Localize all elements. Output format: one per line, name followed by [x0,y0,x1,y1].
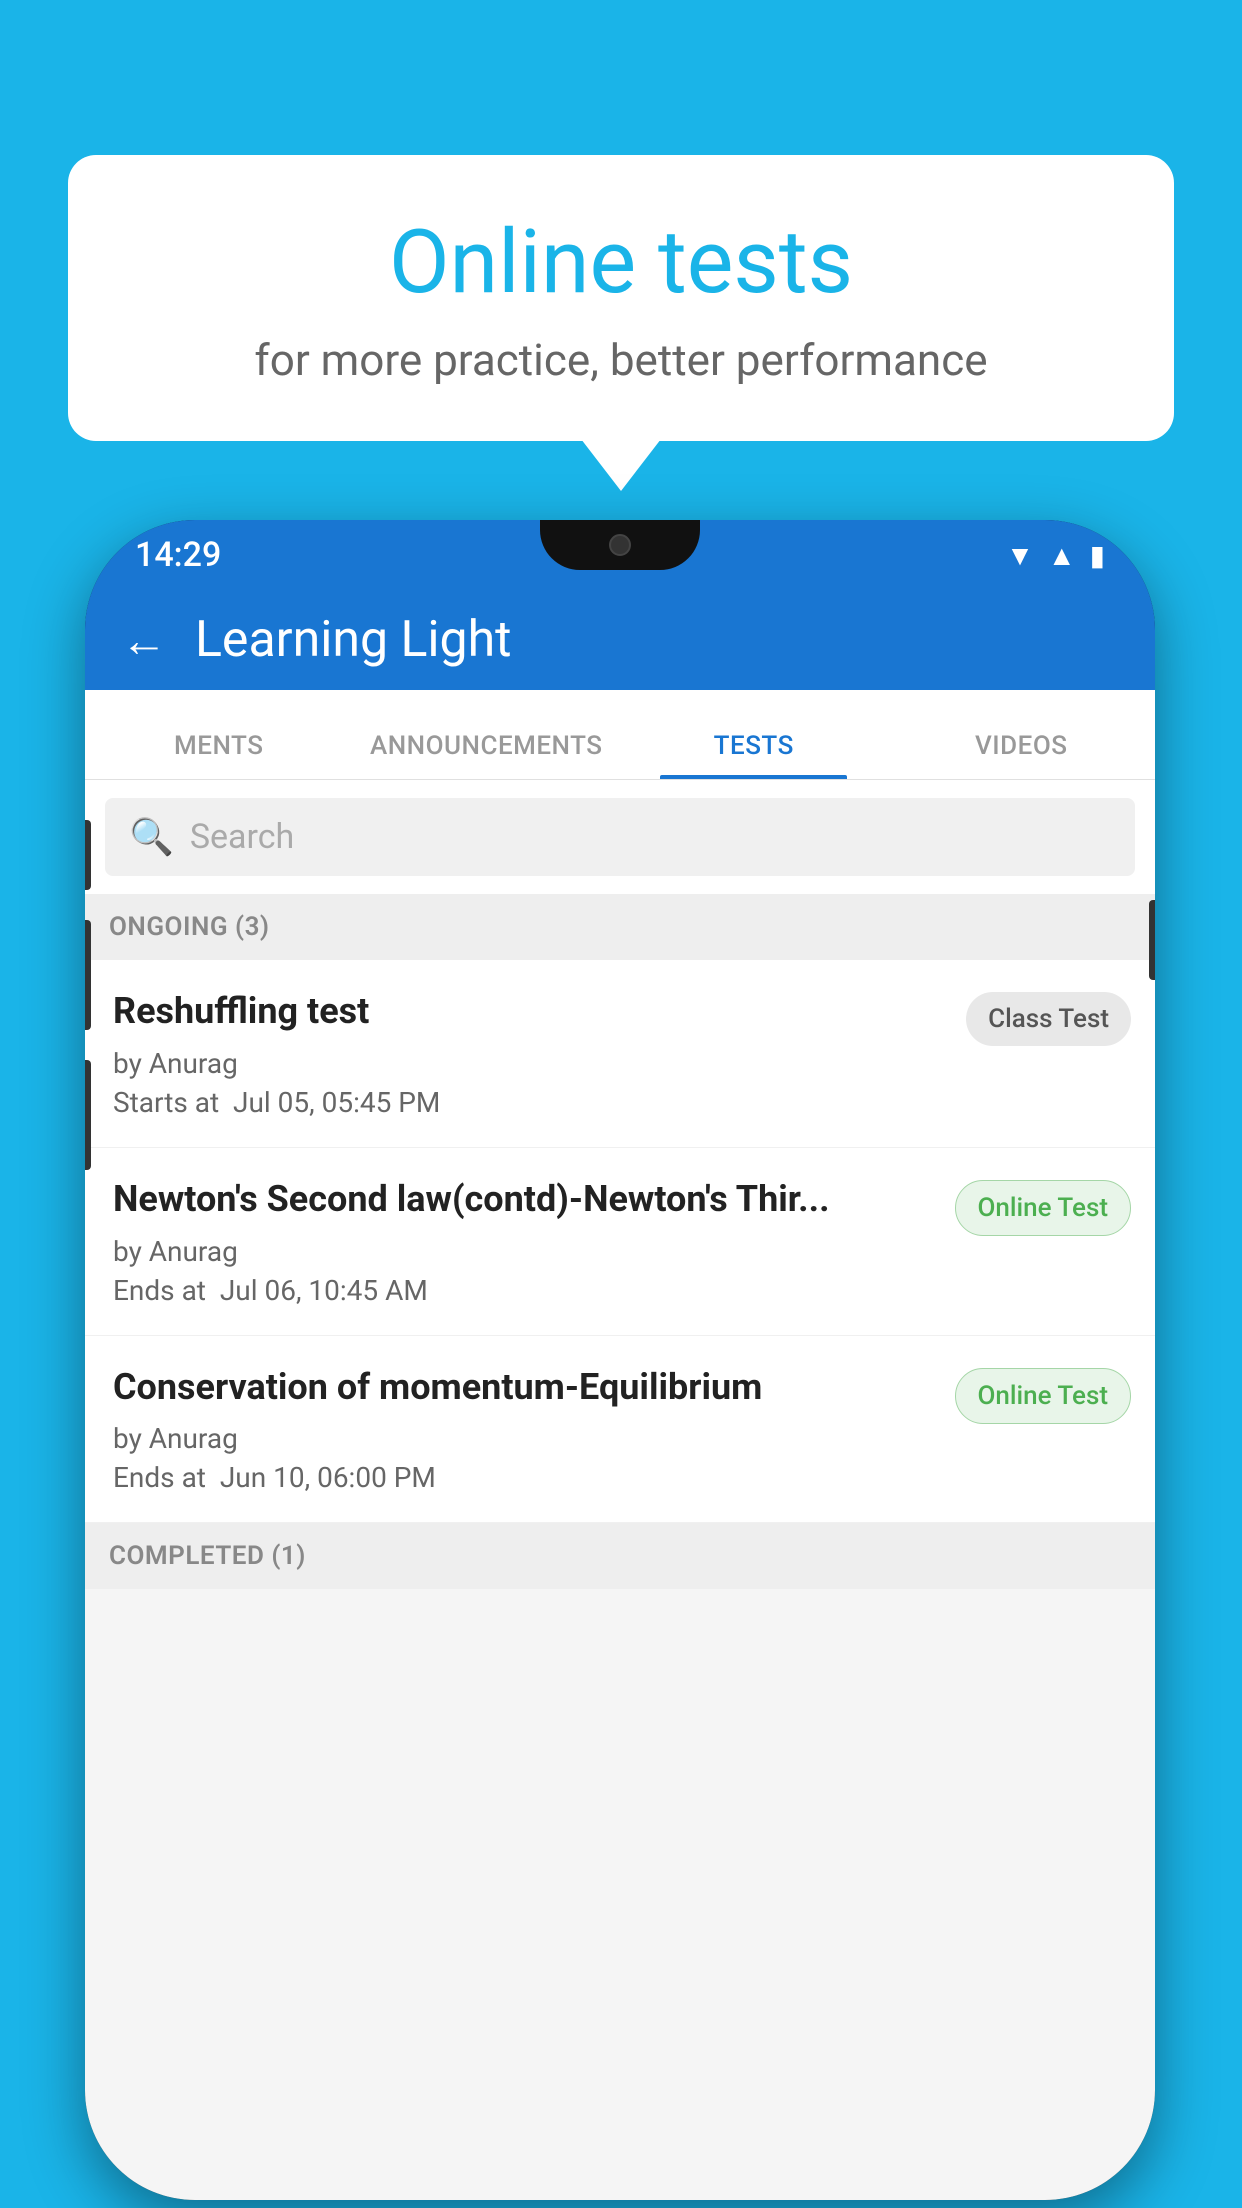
test-info-1: Reshuffling test by Anurag Starts at Jul… [113,988,946,1119]
volume-up-button [85,820,91,890]
speech-bubble: Online tests for more practice, better p… [68,155,1174,441]
test-item-1[interactable]: Reshuffling test by Anurag Starts at Jul… [85,960,1155,1148]
back-button[interactable]: ← [121,613,167,668]
power-button [1149,900,1155,980]
search-placeholder: Search [190,817,294,857]
tab-bar: MENTS ANNOUNCEMENTS TESTS VIDEOS [85,690,1155,780]
test-badge-2: Online Test [955,1180,1132,1236]
tab-announcements[interactable]: ANNOUNCEMENTS [353,731,621,779]
side-button-3 [85,1060,91,1170]
speech-bubble-title: Online tests [108,215,1134,312]
battery-icon: ▮ [1090,539,1105,572]
test-by-3: by Anurag [113,1422,935,1455]
test-badge-3: Online Test [955,1368,1132,1424]
phone-content: 🔍 Search ONGOING (3) Reshuffling test by… [85,780,1155,2200]
test-name-2: Newton's Second law(contd)-Newton's Thir… [113,1176,935,1223]
test-item-2[interactable]: Newton's Second law(contd)-Newton's Thir… [85,1148,1155,1336]
test-by-1: by Anurag [113,1047,946,1080]
volume-down-button [85,920,91,1030]
phone-frame: 14:29 ▼ ▲ ▮ ← Learning Light MENTS ANNOU… [85,520,1155,2200]
signal-icon: ▲ [1048,539,1076,572]
test-name-3: Conservation of momentum-Equilibrium [113,1364,935,1411]
tests-list: Reshuffling test by Anurag Starts at Jul… [85,960,1155,1523]
tab-videos[interactable]: VIDEOS [888,731,1156,779]
search-bar[interactable]: 🔍 Search [105,798,1135,876]
test-by-2: by Anurag [113,1235,935,1268]
phone-notch [540,520,700,570]
test-info-2: Newton's Second law(contd)-Newton's Thir… [113,1176,935,1307]
speech-bubble-subtitle: for more practice, better performance [108,334,1134,386]
test-info-3: Conservation of momentum-Equilibrium by … [113,1364,935,1495]
app-bar: ← Learning Light [85,590,1155,690]
test-badge-1: Class Test [966,992,1131,1046]
wifi-icon: ▼ [1006,539,1034,572]
tab-tests[interactable]: TESTS [620,731,888,779]
test-item-3[interactable]: Conservation of momentum-Equilibrium by … [85,1336,1155,1524]
test-date-3: Ends at Jun 10, 06:00 PM [113,1461,935,1494]
app-bar-title: Learning Light [195,611,512,669]
search-icon: 🔍 [129,816,174,858]
test-date-2: Ends at Jul 06, 10:45 AM [113,1274,935,1307]
search-container: 🔍 Search [85,780,1155,894]
status-time: 14:29 [135,535,221,575]
camera [609,534,631,556]
tab-ments[interactable]: MENTS [85,731,353,779]
completed-section-header: COMPLETED (1) [85,1523,1155,1589]
test-name-1: Reshuffling test [113,988,946,1035]
test-date-1: Starts at Jul 05, 05:45 PM [113,1086,946,1119]
ongoing-section-header: ONGOING (3) [85,894,1155,960]
status-icons: ▼ ▲ ▮ [1006,539,1105,572]
